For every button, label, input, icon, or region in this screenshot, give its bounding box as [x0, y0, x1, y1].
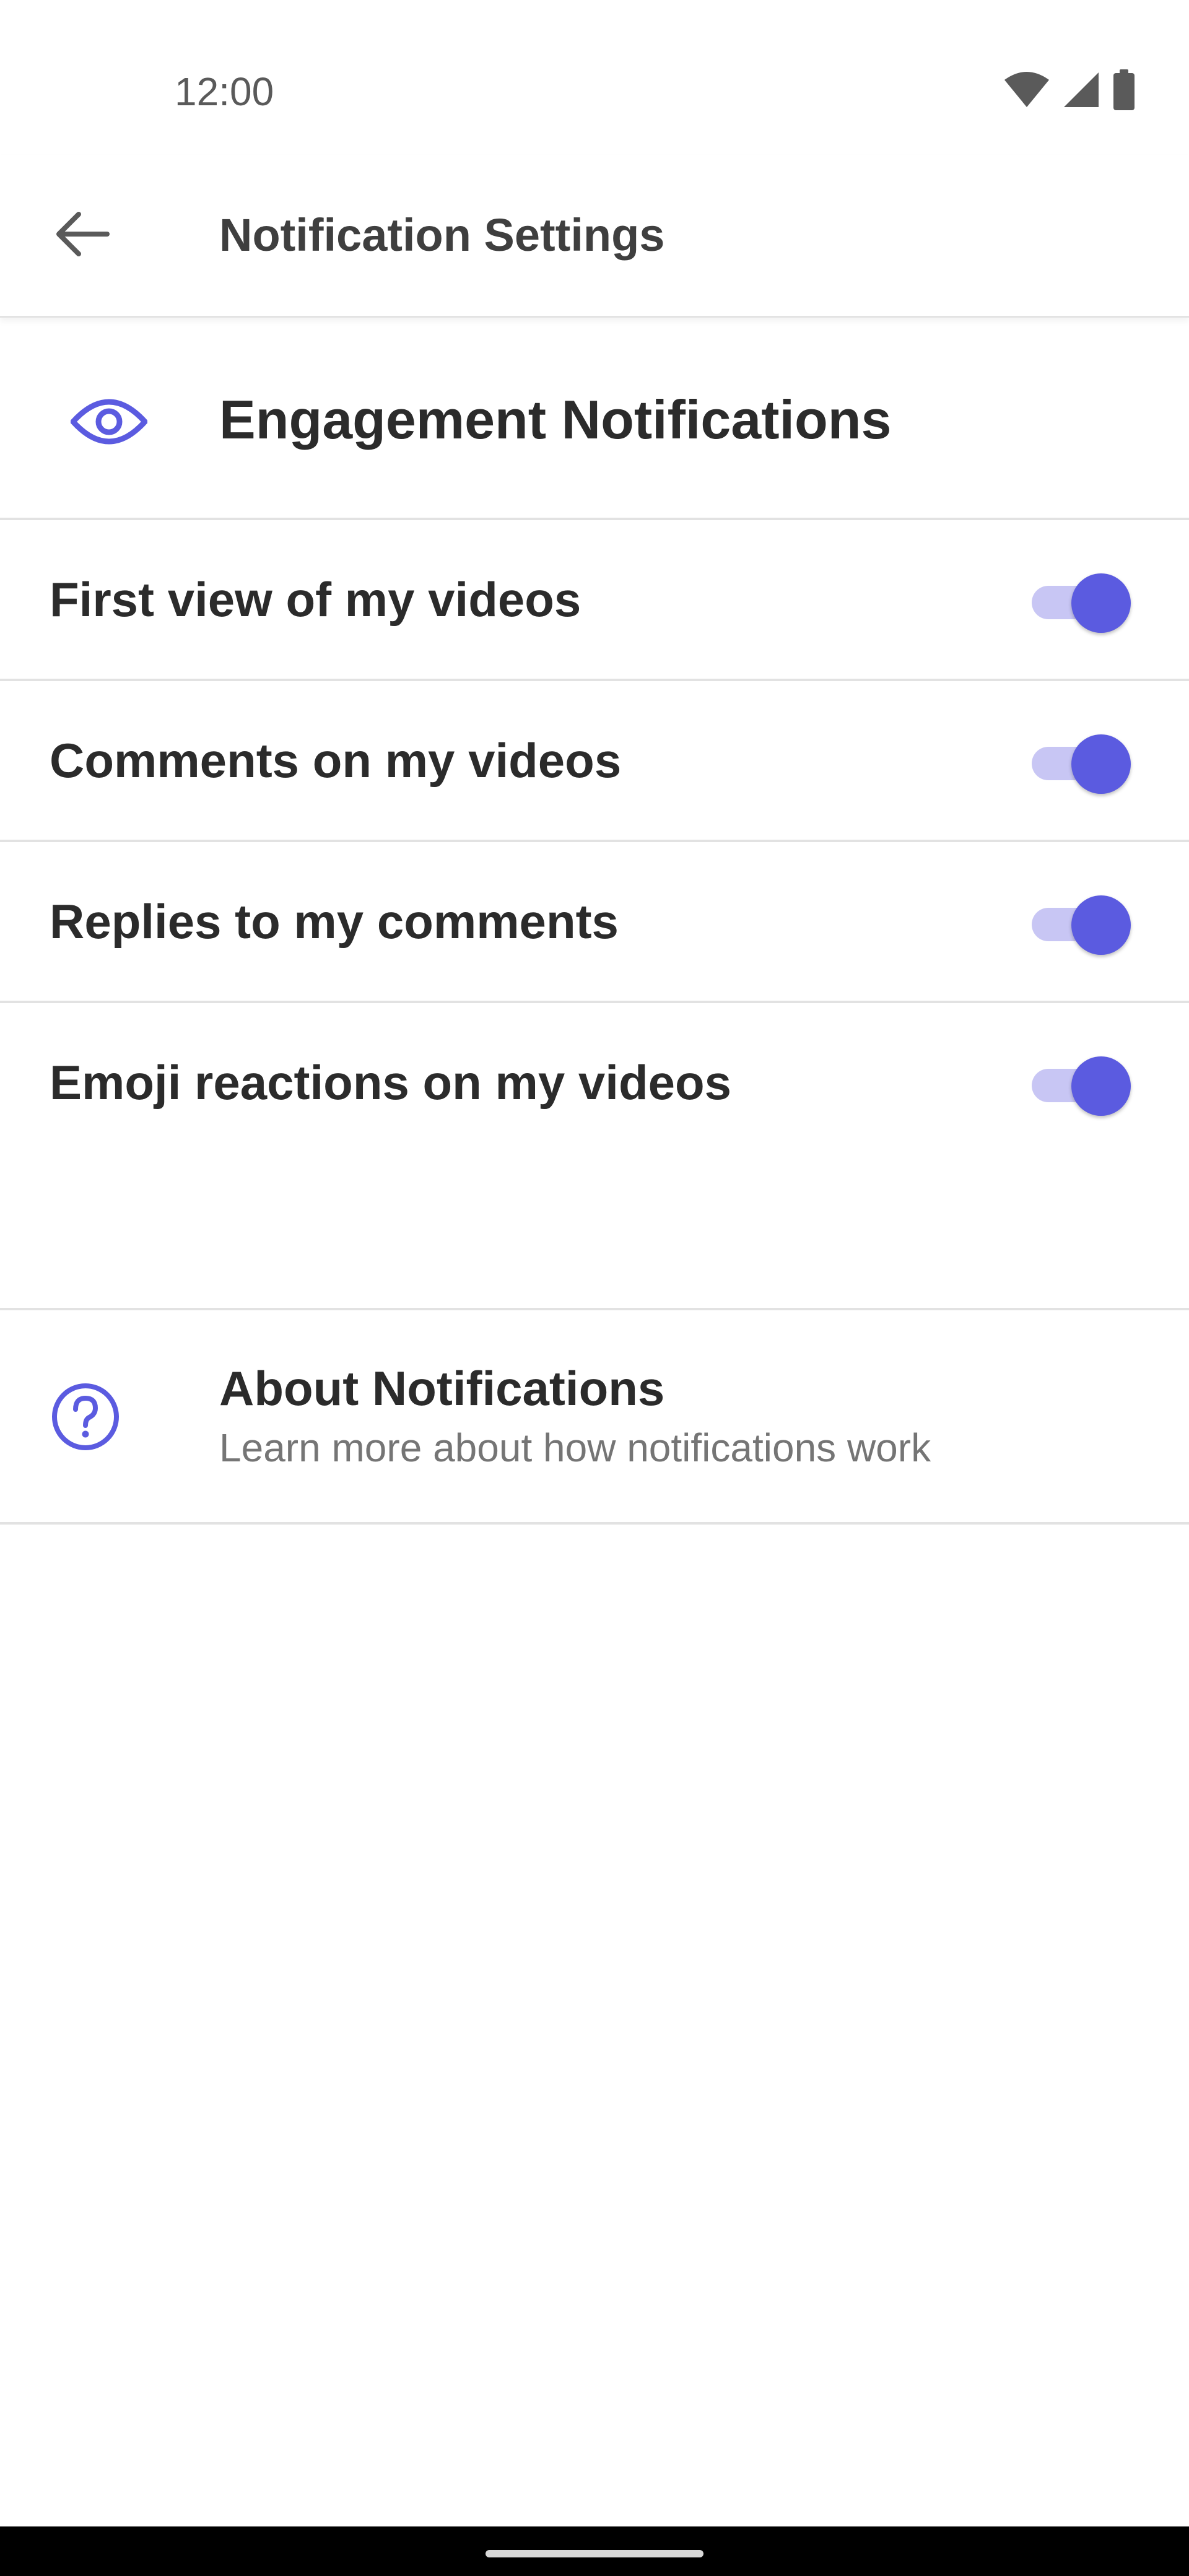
help-circle-icon [47, 1378, 124, 1455]
toggle-row-replies[interactable]: Replies to my comments [0, 842, 1189, 1003]
back-button[interactable] [38, 192, 125, 279]
status-time: 12:00 [175, 69, 274, 114]
toggle-label: First view of my videos [50, 572, 581, 627]
section-header: Engagement Notifications [0, 318, 1189, 520]
status-icons [1003, 69, 1136, 110]
eye-icon [67, 380, 151, 464]
switch-thumb [1071, 734, 1131, 794]
app-bar: Notification Settings [0, 155, 1189, 318]
toggle-label: Emoji reactions on my videos [50, 1055, 731, 1110]
section-title: Engagement Notifications [219, 389, 892, 450]
wifi-icon [1003, 71, 1050, 108]
about-subtitle: Learn more about how notifications work [219, 1425, 931, 1470]
toggle-row-first-view[interactable]: First view of my videos [0, 520, 1189, 681]
switch-thumb [1071, 573, 1131, 633]
toggle-switch[interactable] [1032, 895, 1131, 955]
arrow-left-icon [54, 211, 110, 261]
navigation-bar [0, 2526, 1189, 2576]
status-bar: 12:00 [0, 0, 1189, 124]
page-title: Notification Settings [219, 209, 665, 261]
toggle-switch[interactable] [1032, 734, 1131, 794]
home-gesture-handle[interactable] [486, 2550, 703, 2557]
about-notifications-row[interactable]: About Notifications Learn more about how… [0, 1308, 1189, 1525]
toggle-label: Replies to my comments [50, 894, 619, 949]
switch-thumb [1071, 895, 1131, 955]
toggle-switch[interactable] [1032, 1056, 1131, 1116]
about-title: About Notifications [219, 1361, 665, 1416]
toggle-row-emoji-reactions[interactable]: Emoji reactions on my videos [0, 1003, 1189, 1164]
battery-icon [1112, 69, 1136, 110]
switch-thumb [1071, 1056, 1131, 1116]
toggle-row-comments[interactable]: Comments on my videos [0, 681, 1189, 842]
cellular-signal-icon [1063, 71, 1100, 108]
toggle-switch[interactable] [1032, 573, 1131, 633]
toggle-label: Comments on my videos [50, 733, 622, 788]
